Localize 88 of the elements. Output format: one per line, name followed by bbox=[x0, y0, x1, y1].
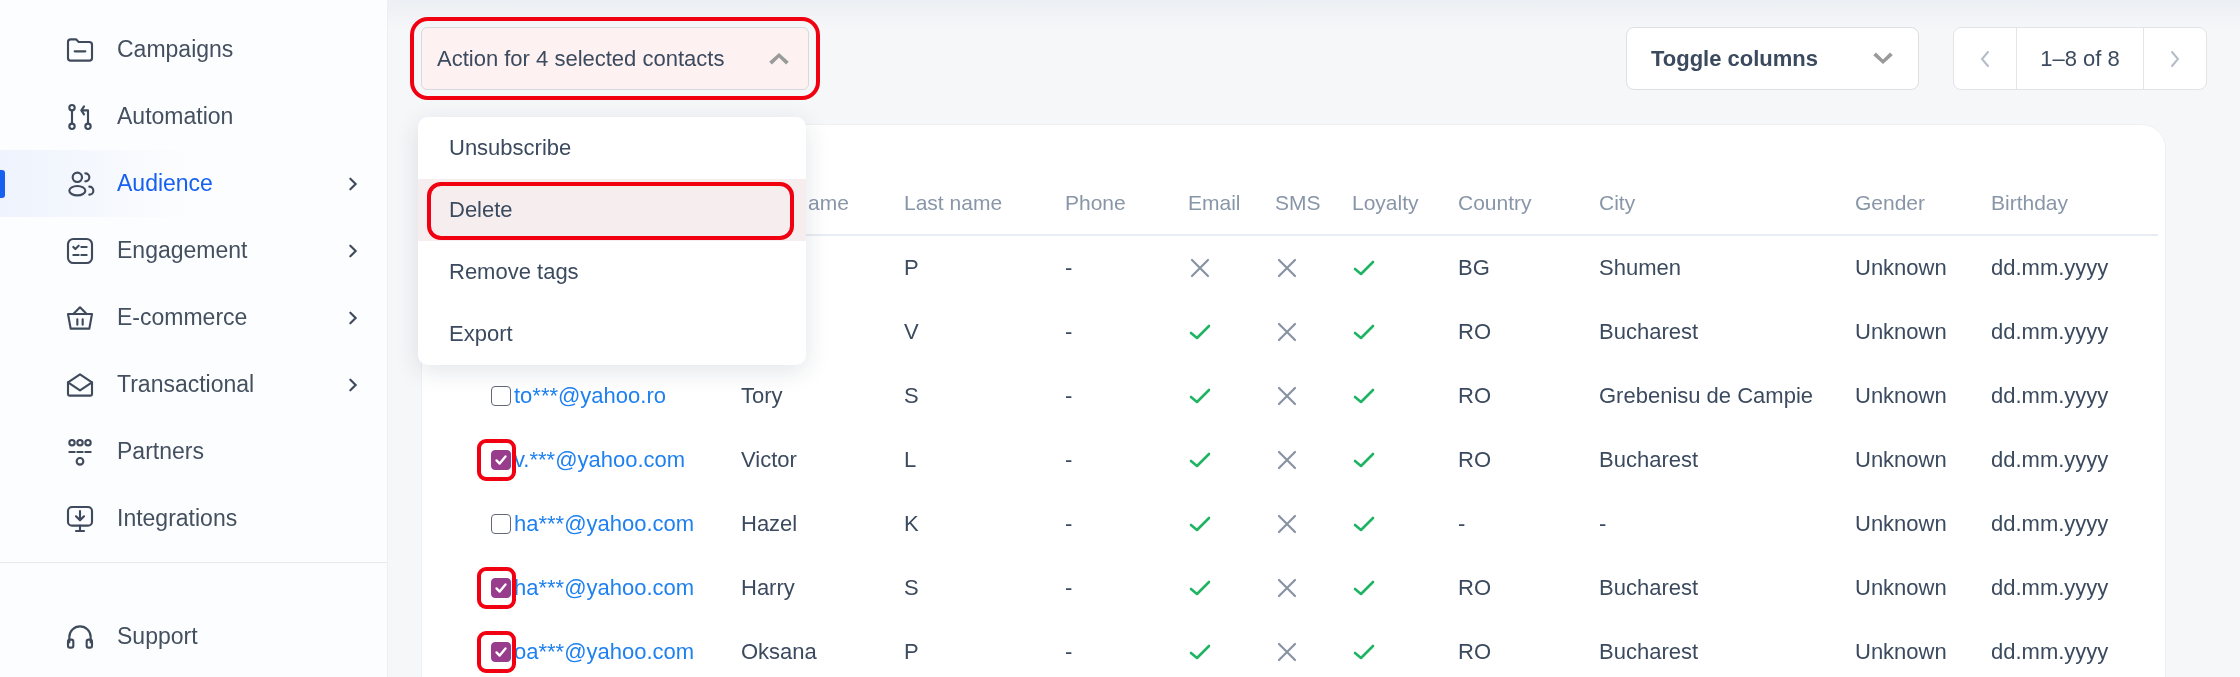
table-cell: - bbox=[1065, 639, 1073, 665]
email-link[interactable]: ha***@yahoo.com bbox=[514, 511, 695, 537]
table-cell: Hazel bbox=[741, 511, 798, 537]
table-cell: Oksana bbox=[741, 639, 817, 665]
table-cell: dd.mm.yyyy bbox=[1991, 319, 2109, 345]
table-cell: S bbox=[904, 575, 919, 601]
table-cell: Unknown bbox=[1855, 639, 1947, 665]
table-cell: Grebenisu de Campie bbox=[1599, 383, 1813, 409]
table-cell: Shumen bbox=[1599, 255, 1681, 281]
table-cell: dd.mm.yyyy bbox=[1991, 383, 2109, 409]
email-link[interactable]: oa***@yahoo.com bbox=[514, 639, 695, 665]
sidebar-item[interactable]: E-commerce bbox=[0, 284, 387, 351]
table-cell: dd.mm.yyyy bbox=[1991, 255, 2109, 281]
sidebar-item[interactable]: Transactional bbox=[0, 351, 387, 418]
table-cell: Unknown bbox=[1855, 255, 1947, 281]
chevron-right-icon bbox=[2169, 48, 2181, 69]
table-cell: Bucharest bbox=[1599, 639, 1699, 665]
table-cell: K bbox=[904, 511, 919, 537]
table-cell: P bbox=[904, 255, 919, 281]
column-header: Last name bbox=[904, 191, 1004, 215]
menu-item[interactable]: Unsubscribe bbox=[418, 117, 806, 179]
table-cell: BG bbox=[1458, 255, 1490, 281]
table-cell: Bucharest bbox=[1599, 575, 1699, 601]
toggle-columns-dropdown[interactable]: Toggle columns bbox=[1626, 27, 1919, 90]
table-cell: dd.mm.yyyy bbox=[1991, 447, 2109, 473]
table-cell: - bbox=[1065, 255, 1073, 281]
page-range-label: 1–8 of 8 bbox=[2016, 28, 2144, 89]
column-header: Phone bbox=[1065, 191, 1127, 215]
email-link[interactable]: ha***@yahoo.com bbox=[514, 575, 695, 601]
row-checkbox[interactable] bbox=[491, 386, 511, 406]
row-checkbox[interactable] bbox=[491, 450, 511, 470]
table-cell: - bbox=[1065, 383, 1073, 409]
highlight-outline bbox=[477, 567, 516, 609]
table-cell: P bbox=[904, 639, 919, 665]
caret-icon bbox=[1872, 52, 1894, 65]
email-link[interactable]: v.***@yahoo.com bbox=[514, 447, 686, 473]
column-header: SMS bbox=[1275, 191, 1322, 215]
action-dropdown[interactable]: Action for 4 selected contacts bbox=[421, 27, 809, 90]
table-cell: - bbox=[1065, 511, 1073, 537]
table-cell: dd.mm.yyyy bbox=[1991, 639, 2109, 665]
chevron-left-icon bbox=[1979, 48, 1991, 69]
row-checkbox[interactable] bbox=[491, 642, 511, 662]
menu-item[interactable]: Export bbox=[418, 303, 806, 365]
table-cell: Unknown bbox=[1855, 319, 1947, 345]
table-cell: RO bbox=[1458, 575, 1491, 601]
highlight-outline bbox=[477, 439, 516, 481]
column-header: Email bbox=[1188, 191, 1242, 215]
table-cell: - bbox=[1065, 319, 1073, 345]
email-link[interactable]: to***@yahoo.ro bbox=[514, 383, 666, 409]
sidebar-item[interactable]: Support bbox=[0, 603, 387, 670]
table-cell: RO bbox=[1458, 319, 1491, 345]
sidebar-item[interactable]: Partners bbox=[0, 418, 387, 485]
table-cell: dd.mm.yyyy bbox=[1991, 511, 2109, 537]
table-cell: RO bbox=[1458, 383, 1491, 409]
sidebar-item[interactable]: Integrations bbox=[0, 485, 387, 552]
table-cell: L bbox=[904, 447, 917, 473]
column-header: Gender bbox=[1855, 191, 1927, 215]
table-cell: dd.mm.yyyy bbox=[1991, 575, 2109, 601]
table-cell: Unknown bbox=[1855, 575, 1947, 601]
table-cell: S bbox=[904, 383, 919, 409]
table-cell: Unknown bbox=[1855, 447, 1947, 473]
menu-item[interactable]: Remove tags bbox=[418, 241, 806, 303]
column-header: Country bbox=[1458, 191, 1533, 215]
table-cell: Harry bbox=[741, 575, 795, 601]
column-header: Loyalty bbox=[1352, 191, 1420, 215]
column-header: ame bbox=[807, 191, 850, 215]
table-cell: - bbox=[1458, 511, 1466, 537]
table-cell: Bucharest bbox=[1599, 447, 1699, 473]
table-cell: Bucharest bbox=[1599, 319, 1699, 345]
row-checkbox[interactable] bbox=[491, 578, 511, 598]
table-cell: Unknown bbox=[1855, 511, 1947, 537]
column-header: City bbox=[1599, 191, 1637, 215]
sidebar-item[interactable]: Campaigns bbox=[0, 16, 387, 83]
table-cell: V bbox=[904, 319, 919, 345]
highlight-outline bbox=[477, 631, 516, 673]
row-checkbox[interactable] bbox=[491, 514, 511, 534]
table-cell: - bbox=[1599, 511, 1607, 537]
table-cell: Victor bbox=[741, 447, 797, 473]
sidebar-item[interactable]: Engagement bbox=[0, 217, 387, 284]
column-header: Birthday bbox=[1991, 191, 2070, 215]
table-cell: Unknown bbox=[1855, 383, 1947, 409]
table-cell: - bbox=[1065, 575, 1073, 601]
caret-icon bbox=[768, 52, 790, 65]
table-cell: - bbox=[1065, 447, 1073, 473]
table-cell: Tory bbox=[741, 383, 783, 409]
table-cell: RO bbox=[1458, 639, 1491, 665]
table-cell: RO bbox=[1458, 447, 1491, 473]
sidebar-item[interactable]: Automation bbox=[0, 83, 387, 150]
